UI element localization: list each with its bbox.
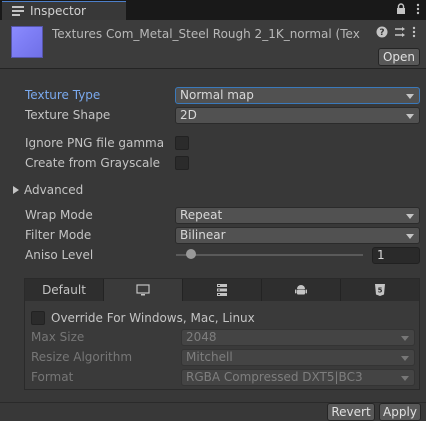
platform-tabs: Default 5 <box>25 279 419 301</box>
inspector-tab-bar: Inspector <box>0 0 426 20</box>
texture-type-label: Texture Type <box>25 88 101 102</box>
override-checkbox[interactable] <box>31 311 45 325</box>
asset-title: Textures Com_Metal_Steel Rough 2_1K_norm… <box>52 27 360 41</box>
format-value: RGBA Compressed DXT5|BC3 <box>186 370 363 384</box>
advanced-foldout[interactable]: Advanced <box>13 183 83 197</box>
chevron-down-icon <box>406 214 414 219</box>
resize-algorithm-value: Mitchell <box>186 350 233 364</box>
caret-right-icon <box>13 186 19 194</box>
tab-default[interactable]: Default <box>25 279 104 301</box>
kebab-menu-icon[interactable] <box>412 26 416 41</box>
tab-standalone[interactable] <box>104 279 183 301</box>
platform-settings-panel: Default 5 Override For Windows, Mac, Lin… <box>24 278 420 390</box>
filter-mode-value: Bilinear <box>180 228 226 242</box>
svg-text:5: 5 <box>378 287 383 295</box>
override-row[interactable]: Override For Windows, Mac, Linux <box>31 311 255 325</box>
inspector-icon <box>12 6 24 16</box>
inspector-tab-title: Inspector <box>30 4 86 18</box>
apply-button[interactable]: Apply <box>379 403 421 421</box>
header-icons: ? <box>376 26 416 41</box>
chevron-down-icon <box>406 234 414 239</box>
override-label: Override For Windows, Mac, Linux <box>51 311 255 325</box>
asset-header: Textures Com_Metal_Steel Rough 2_1K_norm… <box>0 20 426 69</box>
filter-mode-label: Filter Mode <box>25 228 92 242</box>
texture-thumbnail <box>11 26 43 58</box>
filter-mode-dropdown[interactable]: Bilinear <box>175 227 420 244</box>
create-from-grayscale-label: Create from Grayscale <box>25 156 161 170</box>
aniso-level-slider-track[interactable] <box>176 254 363 256</box>
texture-type-dropdown[interactable]: Normal map <box>175 87 420 104</box>
preset-icon[interactable] <box>394 26 406 41</box>
max-size-dropdown[interactable]: 2048 <box>181 329 415 346</box>
texture-shape-dropdown[interactable]: 2D <box>175 107 420 124</box>
ignore-png-gamma-checkbox[interactable] <box>175 136 189 150</box>
resize-algorithm-label: Resize Algorithm <box>31 350 133 364</box>
chevron-down-icon <box>401 356 409 361</box>
monitor-icon <box>136 284 150 296</box>
kebab-menu-icon[interactable] <box>416 3 420 19</box>
texture-shape-value: 2D <box>180 108 197 122</box>
ignore-png-gamma-label: Ignore PNG file gamma <box>25 136 165 150</box>
format-label: Format <box>31 370 74 384</box>
aniso-level-label: Aniso Level <box>25 248 94 262</box>
format-dropdown[interactable]: RGBA Compressed DXT5|BC3 <box>181 369 415 386</box>
android-icon <box>295 285 307 295</box>
wrap-mode-dropdown[interactable]: Repeat <box>175 207 420 224</box>
tab-actions <box>396 3 420 19</box>
open-button[interactable]: Open <box>378 48 420 66</box>
resize-algorithm-dropdown[interactable]: Mitchell <box>181 349 415 366</box>
advanced-label: Advanced <box>24 183 84 197</box>
chevron-down-icon <box>406 94 414 99</box>
revert-button[interactable]: Revert <box>327 403 375 421</box>
tab-webgl[interactable]: 5 <box>341 279 419 301</box>
max-size-label: Max Size <box>31 330 85 344</box>
texture-shape-label: Texture Shape <box>25 108 111 122</box>
aniso-level-input[interactable]: 1 <box>372 247 420 264</box>
svg-text:?: ? <box>379 28 384 38</box>
chevron-down-icon <box>406 114 414 119</box>
create-from-grayscale-checkbox[interactable] <box>175 156 189 170</box>
aniso-level-slider-handle[interactable] <box>186 249 196 259</box>
max-size-value: 2048 <box>186 330 217 344</box>
wrap-mode-value: Repeat <box>180 208 223 222</box>
tab-default-label: Default <box>42 283 86 297</box>
tab-server[interactable] <box>183 279 262 301</box>
help-icon[interactable]: ? <box>376 26 388 41</box>
lock-icon[interactable] <box>396 3 406 19</box>
inspector-tab[interactable]: Inspector <box>2 1 126 20</box>
html5-icon: 5 <box>375 284 385 296</box>
chevron-down-icon <box>401 336 409 341</box>
texture-type-value: Normal map <box>180 88 254 102</box>
chevron-down-icon <box>401 376 409 381</box>
server-icon <box>217 284 227 296</box>
wrap-mode-label: Wrap Mode <box>25 208 93 222</box>
tab-android[interactable] <box>262 279 341 301</box>
